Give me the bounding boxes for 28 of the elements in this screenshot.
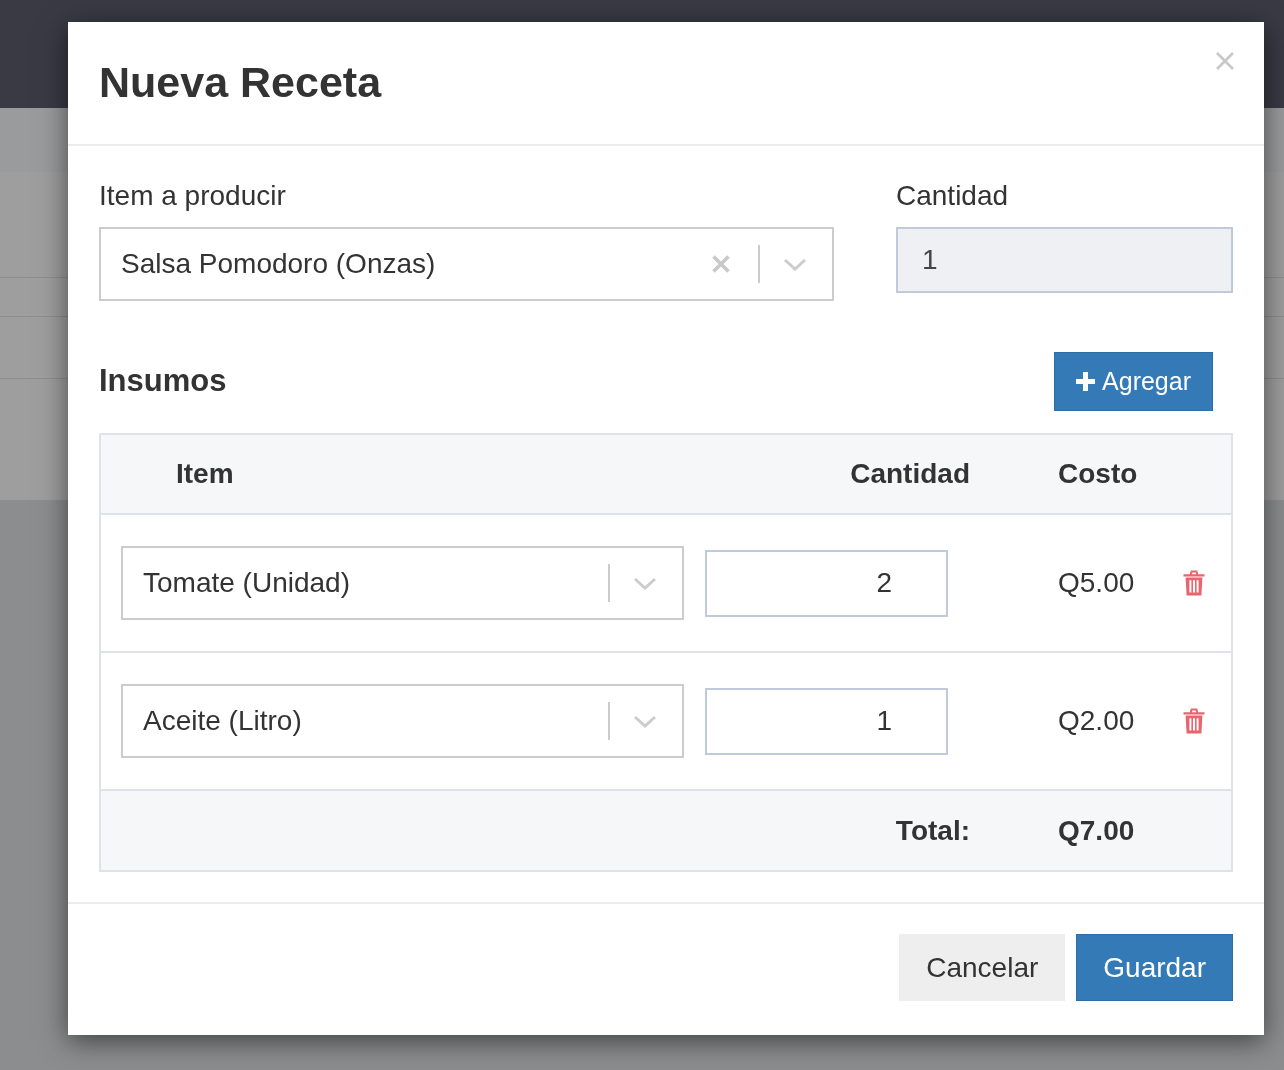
- total-value: Q7.00: [1057, 813, 1136, 848]
- field-label: Cantidad: [896, 179, 1010, 213]
- ingredient-select[interactable]: Aceite (Litro): [121, 684, 684, 758]
- cost-text: Q5.00: [1057, 566, 1136, 600]
- save-button[interactable]: Guardar: [1076, 934, 1233, 1001]
- chevron-down-icon[interactable]: [633, 576, 657, 590]
- section-title: Insumos: [99, 362, 227, 401]
- dialog-title: Nueva Receta: [99, 59, 382, 107]
- field-label: Item a producir: [99, 179, 287, 213]
- chevron-down-icon[interactable]: [633, 714, 657, 728]
- column-header: Costo: [1057, 457, 1139, 491]
- quantity-input[interactable]: 2: [705, 549, 948, 617]
- total-label: Total:: [894, 813, 970, 848]
- cancel-button[interactable]: Cancelar: [899, 934, 1066, 1001]
- trash-icon[interactable]: [1183, 570, 1205, 596]
- column-header: Cantidad: [849, 457, 970, 491]
- close-icon[interactable]: [1215, 51, 1235, 71]
- trash-icon[interactable]: [1183, 708, 1205, 734]
- cost-text: Q2.00: [1057, 704, 1136, 738]
- ingredient-select[interactable]: Tomate (Unidad): [121, 546, 684, 620]
- plus-icon: [1076, 372, 1096, 391]
- quantity-input[interactable]: 1: [705, 687, 948, 755]
- item-select[interactable]: Salsa Pomodoro (Onzas): [99, 227, 834, 301]
- add-button[interactable]: Agregar: [1054, 352, 1213, 411]
- quantity-input[interactable]: 1: [896, 227, 1233, 293]
- column-header: Item: [175, 457, 235, 491]
- chevron-down-icon[interactable]: [783, 257, 807, 271]
- clear-icon[interactable]: [711, 254, 731, 274]
